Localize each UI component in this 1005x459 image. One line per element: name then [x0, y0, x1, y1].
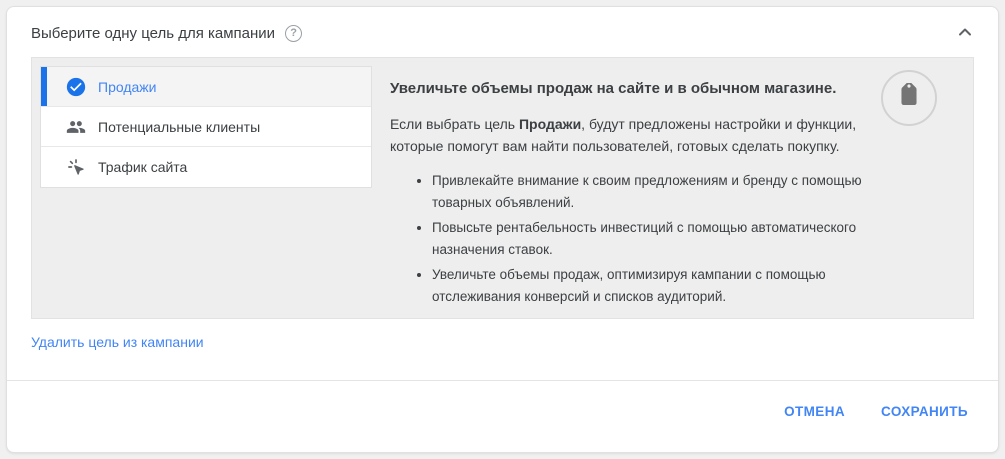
- goal-detail-title: Увеличьте объемы продаж на сайте и в обы…: [390, 80, 872, 97]
- list-item: Привлекайте внимание к своим предложения…: [432, 170, 868, 214]
- dialog-title: Выберите одну цель для кампании: [31, 25, 275, 42]
- goal-item-label: Трафик сайта: [98, 159, 187, 175]
- list-item: Повысьте рентабельность инвестиций с пом…: [432, 217, 868, 261]
- description-bold-text: Продажи: [519, 116, 581, 132]
- goal-type-badge: [881, 70, 937, 126]
- selected-indicator-bar: [41, 67, 47, 106]
- people-icon: [66, 117, 86, 137]
- remove-goal-row: Удалить цель из кампании: [7, 319, 998, 352]
- goal-list: Продажи Потенциальные клиенты: [40, 66, 372, 188]
- goal-panel: Продажи Потенциальные клиенты: [31, 57, 974, 319]
- check-circle-icon: [66, 77, 86, 97]
- goal-item-website-traffic[interactable]: Трафик сайта: [41, 147, 371, 187]
- goal-item-leads[interactable]: Потенциальные клиенты: [41, 107, 371, 147]
- goal-benefits-list: Привлекайте внимание к своим предложения…: [390, 170, 868, 308]
- goal-item-sales[interactable]: Продажи: [41, 67, 371, 107]
- description-text: Если выбрать цель: [390, 116, 519, 132]
- campaign-goal-dialog: Выберите одну цель для кампании ? Продаж…: [6, 6, 999, 453]
- click-cursor-icon: [66, 157, 86, 177]
- goal-item-label: Потенциальные клиенты: [98, 119, 260, 135]
- goal-item-label: Продажи: [98, 79, 156, 95]
- tag-icon: [896, 83, 922, 114]
- cancel-button[interactable]: ОТМЕНА: [784, 404, 845, 419]
- dialog-header: Выберите одну цель для кампании ?: [7, 7, 998, 57]
- help-icon[interactable]: ?: [285, 25, 302, 42]
- collapse-section-button[interactable]: [954, 20, 976, 46]
- goal-detail-description: Если выбрать цель Продажи, будут предлож…: [390, 113, 860, 157]
- goal-detail: Увеличьте объемы продаж на сайте и в обы…: [390, 80, 872, 311]
- chevron-up-icon: [958, 24, 972, 42]
- dialog-footer: ОТМЕНА СОХРАНИТЬ: [7, 381, 998, 419]
- remove-goal-link[interactable]: Удалить цель из кампании: [31, 334, 204, 350]
- list-item: Увеличьте объемы продаж, оптимизируя кам…: [432, 264, 868, 308]
- save-button[interactable]: СОХРАНИТЬ: [881, 404, 968, 419]
